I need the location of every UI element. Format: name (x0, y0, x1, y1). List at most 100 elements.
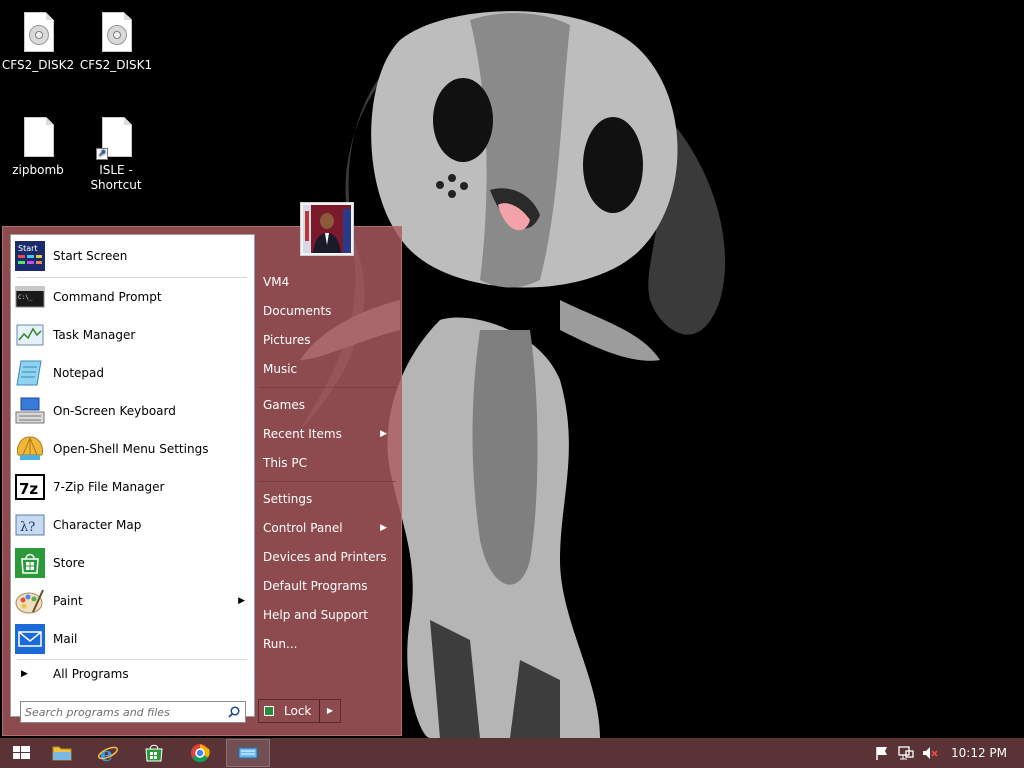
right-item-label: Default Programs (263, 579, 368, 593)
program-label: Start Screen (53, 249, 128, 263)
program-label: Notepad (53, 366, 104, 380)
program-character-map[interactable]: λ? Character Map (15, 508, 251, 542)
all-programs-label: All Programs (53, 667, 129, 681)
desktop-icon-cfs2-disk2[interactable]: CFS2_DISK2 (0, 12, 76, 73)
program-task-manager[interactable]: Task Manager (15, 318, 251, 352)
svg-text:C:\_: C:\_ (18, 294, 33, 301)
program-command-prompt[interactable]: C:\_ Command Prompt (15, 280, 251, 314)
paint-icon (15, 589, 44, 614)
all-programs-button[interactable]: ▶ All Programs (15, 660, 251, 688)
program-label: Task Manager (53, 328, 136, 342)
start-button[interactable] (0, 739, 44, 767)
right-item-label: Documents (263, 304, 332, 318)
desktop-icon-label: CFS2_DISK1 (79, 58, 153, 72)
submenu-arrow-icon: ▶ (380, 429, 387, 439)
program-open-shell-settings[interactable]: Open-Shell Menu Settings (15, 432, 251, 466)
right-item-label: VM4 (263, 275, 290, 289)
user-picture[interactable] (300, 202, 354, 256)
lock-icon (264, 706, 274, 716)
shell-link-help-and-support[interactable]: Help and Support (263, 603, 391, 627)
desktop-icon-label: zipbomb (12, 163, 64, 177)
blank-file-icon (21, 117, 55, 157)
program-label: 7-Zip File Manager (53, 480, 165, 494)
command-prompt-icon: C:\_ (15, 286, 45, 308)
avatar (303, 205, 351, 253)
volume-muted-icon[interactable] (922, 745, 938, 761)
divider (258, 387, 396, 388)
taskbar-chrome[interactable] (178, 739, 222, 767)
right-item-label: Devices and Printers (263, 550, 387, 564)
right-item-label: Run... (263, 637, 298, 651)
program-label: Open-Shell Menu Settings (53, 442, 209, 456)
mail-icon (15, 624, 45, 654)
taskbar-store[interactable] (132, 739, 176, 767)
file-explorer-icon (52, 746, 72, 761)
cd-image-icon (99, 12, 133, 52)
taskbar-on-screen-keyboard[interactable] (226, 739, 270, 767)
search-input[interactable] (25, 704, 221, 720)
svg-text:7z: 7z (19, 480, 38, 498)
svg-text:Start: Start (18, 244, 38, 253)
shutdown-options-button[interactable]: ▶ (319, 699, 341, 723)
shell-link-games[interactable]: Games (263, 393, 391, 417)
taskbar: e 10:12 PM (0, 738, 1024, 768)
chevron-right-icon: ▶ (326, 706, 334, 715)
shell-link-default-programs[interactable]: Default Programs (263, 574, 391, 598)
search-box[interactable] (20, 701, 246, 723)
shell-link-control-panel[interactable]: Control Panel ▶ (263, 516, 391, 540)
right-item-label: Games (263, 398, 305, 412)
lock-label: Lock (284, 704, 312, 718)
program-label: Store (53, 556, 85, 570)
store-icon (15, 548, 45, 578)
shell-link-recent-items[interactable]: Recent Items ▶ (263, 422, 391, 446)
expand-arrow-icon: ▶ (21, 669, 28, 679)
right-item-label: Control Panel (263, 521, 343, 535)
program-mail[interactable]: Mail (15, 622, 251, 656)
submenu-arrow-icon: ▶ (380, 523, 387, 533)
desktop-icon-zipbomb[interactable]: zipbomb (0, 117, 76, 178)
svg-text:e: e (100, 742, 113, 766)
right-item-label: Pictures (263, 333, 311, 347)
shell-link-settings[interactable]: Settings (263, 487, 391, 511)
desktop-icon-cfs2-disk1[interactable]: CFS2_DISK1 (78, 12, 154, 73)
program-store[interactable]: Store (15, 546, 251, 580)
program-7zip[interactable]: 7z 7-Zip File Manager (15, 470, 251, 504)
store-icon (145, 744, 163, 762)
shell-link-devices-and-printers[interactable]: Devices and Printers (263, 545, 391, 569)
lock-button[interactable]: Lock (258, 699, 320, 723)
program-label: Character Map (53, 518, 142, 532)
shell-link-music[interactable]: Music (263, 357, 391, 381)
shell-link-this-pc[interactable]: This PC (263, 451, 391, 475)
chrome-icon (191, 744, 210, 763)
right-item-label: Recent Items (263, 427, 342, 441)
shell-link-vm4[interactable]: VM4 (263, 270, 391, 294)
shell-link-pictures[interactable]: Pictures (263, 328, 391, 352)
program-notepad[interactable]: Notepad (15, 356, 251, 390)
shell-link-run[interactable]: Run... (263, 632, 391, 656)
start-screen-icon: Start (15, 241, 45, 271)
taskbar-internet-explorer[interactable]: e (86, 739, 130, 767)
desktop-icon-isle-shortcut[interactable]: ↗ ISLE - Shortcut (78, 117, 154, 193)
right-item-label: Help and Support (263, 608, 368, 622)
program-on-screen-keyboard[interactable]: On-Screen Keyboard (15, 394, 251, 428)
keyboard-icon (15, 397, 45, 424)
program-start-screen[interactable]: Start Start Screen (15, 239, 251, 273)
7zip-icon: 7z (15, 474, 45, 500)
right-item-label: This PC (263, 456, 307, 470)
program-label: Paint (53, 594, 83, 608)
search-icon[interactable] (228, 706, 240, 718)
program-label: Command Prompt (53, 290, 162, 304)
shell-link-documents[interactable]: Documents (263, 299, 391, 323)
shortcut-file-icon: ↗ (96, 117, 133, 160)
divider (258, 481, 396, 482)
taskbar-file-explorer[interactable] (40, 739, 84, 767)
divider (17, 277, 247, 278)
program-paint[interactable]: Paint ▶ (15, 584, 251, 618)
taskbar-clock[interactable]: 10:12 PM (944, 738, 1014, 768)
action-center-flag-icon[interactable] (874, 745, 890, 761)
task-manager-icon (16, 324, 44, 346)
network-icon[interactable] (898, 745, 914, 761)
submenu-arrow-icon: ▶ (238, 596, 245, 606)
cd-image-icon (21, 12, 55, 52)
program-label: On-Screen Keyboard (53, 404, 176, 418)
